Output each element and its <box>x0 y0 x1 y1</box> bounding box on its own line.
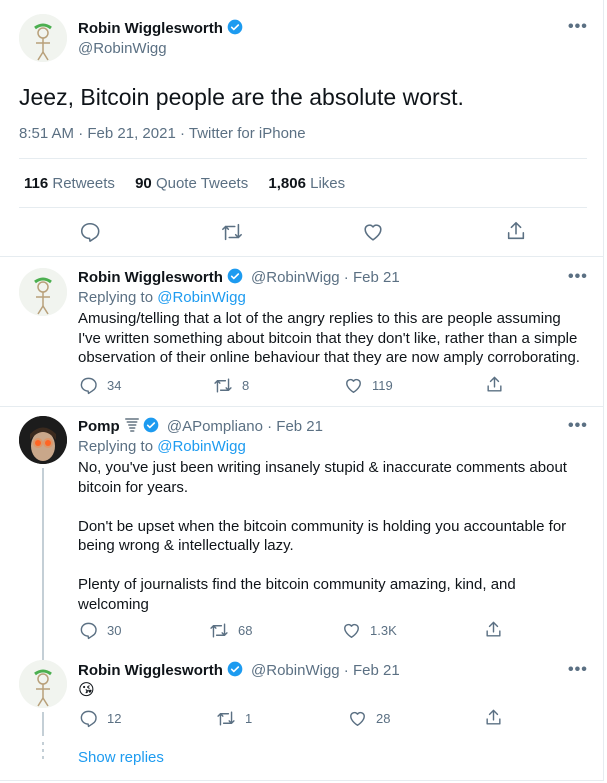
share-button[interactable] <box>484 620 503 644</box>
author-handle[interactable]: @RobinWigg <box>78 40 167 57</box>
tornado-emoji-icon <box>124 417 139 437</box>
reply-count: 30 <box>107 623 122 638</box>
thread-dotted-connector <box>42 742 44 762</box>
reply-author-handle[interactable]: @APompliano <box>167 418 263 435</box>
tweet-text: Jeez, Bitcoin people are the absolute wo… <box>19 84 464 110</box>
thread-connector <box>42 468 44 660</box>
avatar[interactable] <box>19 14 67 62</box>
replying-to: Replying to @RobinWigg <box>78 289 246 306</box>
retweet-button[interactable]: 8 <box>213 376 249 395</box>
tweet-source[interactable]: Twitter for iPhone <box>189 125 306 142</box>
quote-tweets-stat[interactable]: 90 Quote Tweets <box>135 175 248 192</box>
share-icon <box>486 621 501 637</box>
kiss-emoji-icon: 😘 <box>78 682 95 699</box>
mention-link[interactable]: @RobinWigg <box>157 289 246 306</box>
tweet-meta: 8:51 AM · Feb 21, 2021 · Twitter for iPh… <box>19 125 306 142</box>
reply-icon <box>80 710 97 728</box>
retweet-icon <box>217 711 235 726</box>
verified-badge-icon <box>227 661 243 681</box>
heart-icon <box>364 224 382 241</box>
reply-button[interactable] <box>79 221 101 248</box>
reply-count: 34 <box>107 378 122 393</box>
retweet-count: 68 <box>238 623 253 638</box>
reply-icon <box>80 622 97 640</box>
tweet-date[interactable]: Feb 21, 2021 <box>87 125 175 142</box>
replying-to: Replying to @RobinWigg <box>78 438 246 455</box>
reply-date[interactable]: Feb 21 <box>276 418 323 435</box>
heart-icon <box>344 623 359 638</box>
like-count: 28 <box>376 711 391 726</box>
reply-date[interactable]: Feb 21 <box>353 269 400 286</box>
share-button[interactable] <box>485 375 504 399</box>
reply-count: 12 <box>107 711 122 726</box>
reply-button[interactable]: 12 <box>79 709 121 728</box>
meta-separator: · <box>179 125 185 142</box>
reply-author-name[interactable]: Robin Wigglesworth <box>78 269 223 286</box>
like-button[interactable]: 28 <box>348 709 390 728</box>
verified-badge-icon <box>227 19 243 40</box>
more-options-icon[interactable]: ••• <box>568 661 588 679</box>
retweet-button[interactable]: 68 <box>209 621 252 640</box>
mention-link[interactable]: @RobinWigg <box>157 438 246 455</box>
share-button[interactable] <box>505 220 527 247</box>
reply-author-name[interactable]: Pomp <box>78 418 120 435</box>
author-name[interactable]: Robin Wigglesworth <box>78 20 223 37</box>
avatar[interactable] <box>19 660 67 708</box>
reply-icon <box>80 222 100 242</box>
reply-header: Robin Wigglesworth @RobinWigg · Feb 21 <box>78 268 400 288</box>
retweets-stat[interactable]: 116 Retweets <box>24 175 115 192</box>
tweet-stats: 116 Retweets 90 Quote Tweets 1,806 Likes <box>24 175 345 192</box>
retweet-button[interactable] <box>220 221 244 248</box>
like-count: 119 <box>372 378 393 393</box>
reply-text: No, you've just been writing insanely st… <box>78 459 567 613</box>
likes-stat[interactable]: 1,806 Likes <box>268 175 345 192</box>
retweet-count: 8 <box>242 378 250 393</box>
share-icon <box>507 221 525 240</box>
share-icon <box>487 376 502 392</box>
share-button[interactable] <box>484 708 503 732</box>
retweet-count: 1 <box>245 711 253 726</box>
meta-separator: · <box>78 125 84 142</box>
like-count: 1.3K <box>370 623 397 638</box>
retweet-icon <box>222 223 242 241</box>
share-icon <box>486 709 501 725</box>
reply-author-name[interactable]: Robin Wigglesworth <box>78 662 223 679</box>
more-options-icon[interactable]: ••• <box>568 18 588 36</box>
verified-badge-icon <box>227 268 243 288</box>
verified-badge-icon <box>143 417 159 437</box>
reply-button[interactable]: 34 <box>79 376 121 395</box>
retweet-button[interactable]: 1 <box>216 709 252 728</box>
avatar[interactable] <box>19 416 67 464</box>
retweet-icon <box>210 623 228 638</box>
show-replies-link[interactable]: Show replies <box>78 749 164 766</box>
reply-text: Amusing/telling that a lot of the angry … <box>78 310 580 366</box>
reply-author-handle[interactable]: @RobinWigg <box>251 662 340 679</box>
reply-button[interactable]: 30 <box>79 621 121 640</box>
tweet-time[interactable]: 8:51 AM <box>19 125 74 142</box>
retweet-icon <box>214 378 232 393</box>
reply-header: Robin Wigglesworth @RobinWigg · Feb 21 <box>78 661 400 681</box>
more-options-icon[interactable]: ••• <box>568 268 588 286</box>
thread-connector <box>42 712 44 736</box>
reply-icon <box>80 377 97 395</box>
author-info: Robin Wigglesworth <box>78 19 243 40</box>
reply-header: Pomp @APompliano · Feb 21 <box>78 417 323 437</box>
reply-date[interactable]: Feb 21 <box>353 662 400 679</box>
heart-icon <box>346 378 361 393</box>
reply-author-handle[interactable]: @RobinWigg <box>251 269 340 286</box>
avatar[interactable] <box>19 268 67 316</box>
like-button[interactable]: 1.3K <box>342 621 397 640</box>
like-button[interactable]: 119 <box>344 376 393 395</box>
heart-icon <box>350 711 365 726</box>
like-button[interactable] <box>362 221 384 248</box>
more-options-icon[interactable]: ••• <box>568 417 588 435</box>
